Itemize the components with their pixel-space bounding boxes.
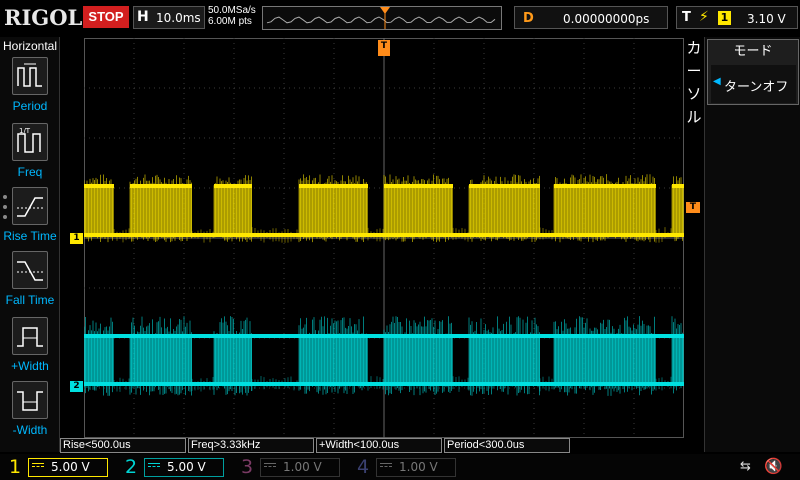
horizontal-label: H bbox=[137, 9, 149, 25]
rise-time-icon bbox=[12, 187, 48, 225]
positive-width-icon bbox=[12, 317, 48, 355]
channel-bar: 1 5.00 V 2 5.00 V 3 1.00 V 4 1.00 V ⇆ 🔇 bbox=[0, 454, 800, 480]
waveform-traces bbox=[84, 174, 684, 396]
edge-trigger-icon: ⚡ bbox=[699, 9, 709, 25]
delay-value: 0.00000000ps bbox=[563, 12, 650, 26]
measurement-rise[interactable]: Rise<500.0us bbox=[60, 438, 186, 453]
menu-item-period[interactable]: Period bbox=[0, 57, 60, 121]
menu-title: Horizontal bbox=[2, 39, 58, 53]
menu-item-rise-time[interactable]: Rise Time bbox=[0, 187, 60, 251]
channel-1-number: 1 bbox=[8, 456, 22, 478]
acquisition-info: 50.0MSa/s 6.00M pts bbox=[208, 5, 256, 27]
menu-item-label: Freq bbox=[17, 165, 43, 179]
run-stop-button[interactable]: STOP bbox=[83, 6, 129, 28]
channel-3-number: 3 bbox=[240, 456, 254, 478]
select-arrow-icon: ◀ bbox=[713, 76, 721, 87]
cursor-tab-char: ー bbox=[686, 62, 702, 80]
measurement-period[interactable]: Period<300.0us bbox=[444, 438, 570, 453]
dc-coupling-icon bbox=[148, 463, 160, 467]
channel-1-box[interactable]: 1 5.00 V bbox=[2, 455, 114, 479]
dc-coupling-icon bbox=[264, 463, 276, 467]
channel-2-box[interactable]: 2 5.00 V bbox=[118, 455, 230, 479]
channel-2-scale: 5.00 V bbox=[144, 458, 224, 477]
menu-item-negative-width[interactable]: -Width bbox=[0, 381, 60, 445]
channel-4-box[interactable]: 4 1.00 V bbox=[350, 455, 462, 479]
waveform-display[interactable] bbox=[84, 38, 684, 438]
mode-softkey[interactable]: モード ◀ ターンオフ bbox=[707, 39, 799, 105]
trigger-source: 1 bbox=[718, 11, 731, 25]
trigger-level: 3.10 V bbox=[747, 12, 786, 26]
menu-item-label: -Width bbox=[12, 423, 48, 437]
menu-item-label: Fall Time bbox=[5, 293, 55, 307]
ch1-marker-label: 1 bbox=[73, 233, 80, 243]
measurement-positive-width[interactable]: +Width<100.0us bbox=[316, 438, 442, 453]
ch2-marker-label: 2 bbox=[73, 381, 80, 391]
horizontal-menu: Horizontal Period 1/T Freq Rise Time Fal… bbox=[0, 37, 60, 452]
channel-1-scale: 5.00 V bbox=[28, 458, 108, 477]
trigger-box[interactable]: T ⚡ 1 3.10 V bbox=[676, 6, 798, 29]
dc-coupling-icon bbox=[32, 463, 44, 467]
memory-depth: 6.00M pts bbox=[208, 16, 252, 27]
freq-icon: 1/T bbox=[12, 123, 48, 161]
dc-coupling-icon bbox=[380, 463, 392, 467]
sample-rate: 50.0MSa/s bbox=[208, 5, 256, 16]
menu-item-label: Period bbox=[12, 99, 48, 113]
memory-waveform-preview bbox=[266, 7, 496, 29]
channel-2-number: 2 bbox=[124, 456, 138, 478]
trigger-position-marker[interactable]: T bbox=[378, 40, 390, 56]
period-icon bbox=[12, 57, 48, 95]
mode-title: モード bbox=[733, 44, 773, 59]
trigger-label: T bbox=[682, 10, 691, 25]
cursor-tab-char: ソ bbox=[686, 85, 702, 103]
delay-label: D bbox=[523, 11, 534, 26]
mode-value: ターンオフ bbox=[724, 80, 789, 95]
cursor-tab-char: ル bbox=[686, 108, 702, 126]
channel-4-number: 4 bbox=[356, 456, 370, 478]
top-status-bar: RIGOL STOP H 10.0ms 50.0MSa/s 6.00M pts … bbox=[0, 0, 800, 36]
svg-text:1/T: 1/T bbox=[19, 127, 31, 135]
speaker-muted-icon[interactable]: 🔇 bbox=[764, 457, 783, 475]
usb-icon: ⇆ bbox=[740, 459, 751, 474]
menu-item-label: +Width bbox=[11, 359, 49, 373]
brand-logo: RIGOL bbox=[4, 5, 83, 30]
memory-overview[interactable] bbox=[262, 6, 502, 30]
channel-4-scale: 1.00 V bbox=[376, 458, 456, 477]
menu-item-label: Rise Time bbox=[3, 229, 57, 243]
fall-time-icon bbox=[12, 251, 48, 289]
menu-item-freq[interactable]: 1/T Freq bbox=[0, 123, 60, 187]
cursor-tab-char: カ bbox=[686, 39, 702, 57]
ch1-ground-marker[interactable]: 1 bbox=[70, 233, 83, 244]
channel-3-scale: 1.00 V bbox=[260, 458, 340, 477]
measurement-bar: Rise<500.0us Freq>3.33kHz +Width<100.0us… bbox=[60, 438, 684, 453]
delay-box[interactable]: D 0.00000000ps bbox=[514, 6, 668, 29]
menu-item-positive-width[interactable]: +Width bbox=[0, 317, 60, 381]
negative-width-icon bbox=[12, 381, 48, 419]
ch2-ground-marker[interactable]: 2 bbox=[70, 381, 83, 392]
timebase-box[interactable]: H 10.0ms bbox=[133, 6, 205, 29]
measurement-freq[interactable]: Freq>3.33kHz bbox=[188, 438, 314, 453]
menu-item-fall-time[interactable]: Fall Time bbox=[0, 251, 60, 315]
channel-3-box[interactable]: 3 1.00 V bbox=[234, 455, 346, 479]
timebase-value: 10.0ms bbox=[156, 11, 201, 25]
cursor-menu-tab[interactable]: カ ー ソ ル bbox=[685, 37, 703, 452]
trigger-position-label: T bbox=[380, 41, 388, 51]
cursor-menu: モード ◀ ターンオフ bbox=[704, 37, 800, 452]
mode-value-box: ◀ ターンオフ bbox=[711, 65, 796, 103]
